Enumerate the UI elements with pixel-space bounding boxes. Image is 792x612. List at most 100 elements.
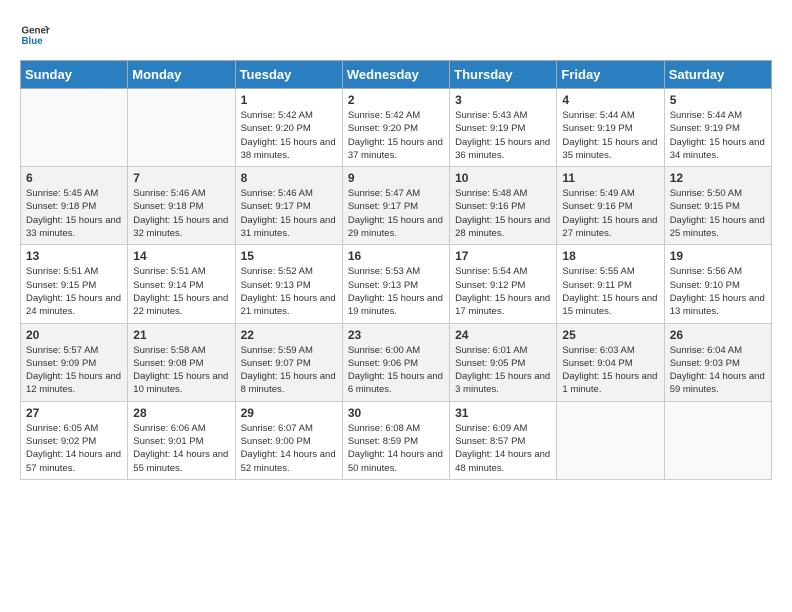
day-info: Sunrise: 5:56 AMSunset: 9:10 PMDaylight:… [670,265,766,318]
day-info: Sunrise: 6:08 AMSunset: 8:59 PMDaylight:… [348,422,444,475]
day-info: Sunrise: 5:54 AMSunset: 9:12 PMDaylight:… [455,265,551,318]
day-info: Sunrise: 6:05 AMSunset: 9:02 PMDaylight:… [26,422,122,475]
calendar-cell: 30 Sunrise: 6:08 AMSunset: 8:59 PMDayligh… [342,401,449,479]
day-info: Sunrise: 5:44 AMSunset: 9:19 PMDaylight:… [670,109,766,162]
calendar-week-row: 20 Sunrise: 5:57 AMSunset: 9:09 PMDayligh… [21,323,772,401]
calendar-cell: 7 Sunrise: 5:46 AMSunset: 9:18 PMDaylight… [128,167,235,245]
page-header: General Blue [20,20,772,50]
calendar-cell: 14 Sunrise: 5:51 AMSunset: 9:14 PMDayligh… [128,245,235,323]
day-info: Sunrise: 5:48 AMSunset: 9:16 PMDaylight:… [455,187,551,240]
calendar-cell: 13 Sunrise: 5:51 AMSunset: 9:15 PMDayligh… [21,245,128,323]
day-number: 27 [26,406,122,420]
day-header-thursday: Thursday [450,61,557,89]
calendar-cell [664,401,771,479]
day-info: Sunrise: 5:55 AMSunset: 9:11 PMDaylight:… [562,265,658,318]
day-number: 14 [133,249,229,263]
day-header-friday: Friday [557,61,664,89]
logo: General Blue [20,20,50,50]
day-number: 21 [133,328,229,342]
day-number: 10 [455,171,551,185]
day-info: Sunrise: 5:47 AMSunset: 9:17 PMDaylight:… [348,187,444,240]
calendar-cell [128,89,235,167]
day-number: 17 [455,249,551,263]
calendar-cell: 28Sunrise: 6:06 AMSunset: 9:01 PMDayligh… [128,401,235,479]
calendar-cell: 9 Sunrise: 5:47 AMSunset: 9:17 PMDaylight… [342,167,449,245]
day-info: Sunrise: 5:43 AMSunset: 9:19 PMDaylight:… [455,109,551,162]
calendar-cell: 22Sunrise: 5:59 AMSunset: 9:07 PMDayligh… [235,323,342,401]
day-info: Sunrise: 5:44 AMSunset: 9:19 PMDaylight:… [562,109,658,162]
day-info: Sunrise: 6:03 AMSunset: 9:04 PMDaylight:… [562,344,658,397]
calendar-cell: 20 Sunrise: 5:57 AMSunset: 9:09 PMDayligh… [21,323,128,401]
calendar-table: SundayMondayTuesdayWednesdayThursdayFrid… [20,60,772,480]
day-info: Sunrise: 6:00 AMSunset: 9:06 PMDaylight:… [348,344,444,397]
calendar-cell: 27 Sunrise: 6:05 AMSunset: 9:02 PMDayligh… [21,401,128,479]
calendar-cell: 18 Sunrise: 5:55 AMSunset: 9:11 PMDayligh… [557,245,664,323]
day-number: 30 [348,406,444,420]
day-number: 5 [670,93,766,107]
calendar-cell: 3 Sunrise: 5:43 AMSunset: 9:19 PMDaylight… [450,89,557,167]
day-number: 26 [670,328,766,342]
day-info: Sunrise: 5:49 AMSunset: 9:16 PMDaylight:… [562,187,658,240]
logo-icon: General Blue [20,20,50,50]
calendar-cell: 8 Sunrise: 5:46 AMSunset: 9:17 PMDaylight… [235,167,342,245]
calendar-cell: 6 Sunrise: 5:45 AMSunset: 9:18 PMDaylight… [21,167,128,245]
day-info: Sunrise: 5:46 AMSunset: 9:18 PMDaylight:… [133,187,229,240]
day-number: 11 [562,171,658,185]
calendar-cell: 11 Sunrise: 5:49 AMSunset: 9:16 PMDayligh… [557,167,664,245]
calendar-cell [21,89,128,167]
day-number: 20 [26,328,122,342]
day-number: 19 [670,249,766,263]
calendar-cell: 5 Sunrise: 5:44 AMSunset: 9:19 PMDaylight… [664,89,771,167]
day-number: 13 [26,249,122,263]
day-info: Sunrise: 5:58 AMSunset: 9:08 PMDaylight:… [133,344,229,397]
day-info: Sunrise: 5:57 AMSunset: 9:09 PMDaylight:… [26,344,122,397]
day-info: Sunrise: 5:51 AMSunset: 9:14 PMDaylight:… [133,265,229,318]
day-number: 22 [241,328,337,342]
day-number: 12 [670,171,766,185]
day-number: 29 [241,406,337,420]
day-number: 24 [455,328,551,342]
calendar-cell: 29Sunrise: 6:07 AMSunset: 9:00 PMDayligh… [235,401,342,479]
calendar-cell: 1 Sunrise: 5:42 AMSunset: 9:20 PMDaylight… [235,89,342,167]
day-number: 18 [562,249,658,263]
day-header-tuesday: Tuesday [235,61,342,89]
day-number: 16 [348,249,444,263]
calendar-cell: 31 Sunrise: 6:09 AMSunset: 8:57 PMDayligh… [450,401,557,479]
calendar-week-row: 27 Sunrise: 6:05 AMSunset: 9:02 PMDayligh… [21,401,772,479]
day-number: 31 [455,406,551,420]
day-number: 7 [133,171,229,185]
calendar-cell: 25 Sunrise: 6:03 AMSunset: 9:04 PMDayligh… [557,323,664,401]
calendar-header-row: SundayMondayTuesdayWednesdayThursdayFrid… [21,61,772,89]
day-number: 9 [348,171,444,185]
calendar-cell: 15 Sunrise: 5:52 AMSunset: 9:13 PMDayligh… [235,245,342,323]
day-number: 15 [241,249,337,263]
day-header-saturday: Saturday [664,61,771,89]
day-info: Sunrise: 5:45 AMSunset: 9:18 PMDaylight:… [26,187,122,240]
day-info: Sunrise: 5:52 AMSunset: 9:13 PMDaylight:… [241,265,337,318]
calendar-cell: 4 Sunrise: 5:44 AMSunset: 9:19 PMDaylight… [557,89,664,167]
day-number: 3 [455,93,551,107]
calendar-week-row: 13 Sunrise: 5:51 AMSunset: 9:15 PMDayligh… [21,245,772,323]
day-header-wednesday: Wednesday [342,61,449,89]
day-info: Sunrise: 6:06 AMSunset: 9:01 PMDaylight:… [133,422,229,475]
day-info: Sunrise: 5:51 AMSunset: 9:15 PMDaylight:… [26,265,122,318]
day-number: 4 [562,93,658,107]
day-number: 2 [348,93,444,107]
calendar-cell: 2Sunrise: 5:42 AMSunset: 9:20 PMDaylight… [342,89,449,167]
day-info: Sunrise: 6:09 AMSunset: 8:57 PMDaylight:… [455,422,551,475]
day-info: Sunrise: 5:46 AMSunset: 9:17 PMDaylight:… [241,187,337,240]
day-info: Sunrise: 6:01 AMSunset: 9:05 PMDaylight:… [455,344,551,397]
calendar-cell: 19 Sunrise: 5:56 AMSunset: 9:10 PMDayligh… [664,245,771,323]
calendar-cell: 24 Sunrise: 6:01 AMSunset: 9:05 PMDayligh… [450,323,557,401]
day-number: 6 [26,171,122,185]
day-info: Sunrise: 5:42 AMSunset: 9:20 PMDaylight:… [241,109,337,162]
calendar-week-row: 1 Sunrise: 5:42 AMSunset: 9:20 PMDaylight… [21,89,772,167]
day-info: Sunrise: 5:50 AMSunset: 9:15 PMDaylight:… [670,187,766,240]
day-number: 25 [562,328,658,342]
day-header-monday: Monday [128,61,235,89]
day-number: 23 [348,328,444,342]
day-number: 8 [241,171,337,185]
calendar-cell: 21 Sunrise: 5:58 AMSunset: 9:08 PMDayligh… [128,323,235,401]
calendar-cell: 10 Sunrise: 5:48 AMSunset: 9:16 PMDayligh… [450,167,557,245]
day-number: 1 [241,93,337,107]
